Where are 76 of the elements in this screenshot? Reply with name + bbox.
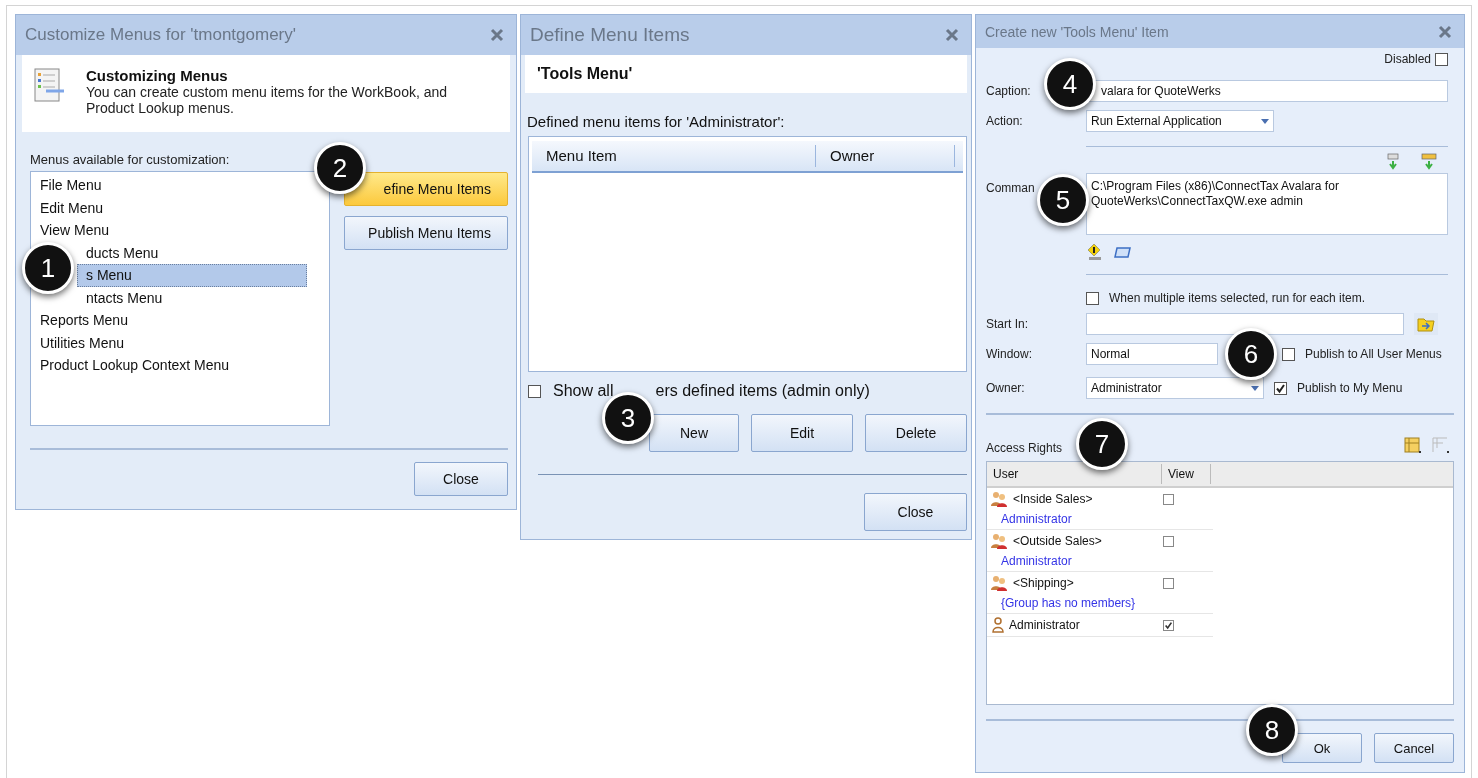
menu-list-item[interactable]: ntacts Menu [77, 286, 307, 309]
action-button[interactable]: Edit [751, 414, 853, 452]
owner-dropdown[interactable]: Administrator [1086, 377, 1264, 399]
menu-list-item[interactable]: View Menu [31, 219, 307, 242]
user-name: <Inside Sales> [1013, 492, 1093, 506]
menu-name-banner: 'Tools Menu' [525, 55, 967, 93]
view-checkbox[interactable] [1163, 619, 1174, 631]
cancel-button[interactable]: Cancel [1374, 733, 1454, 763]
section-label: Access Rights [986, 441, 1063, 455]
start-in-field[interactable] [1086, 313, 1404, 335]
column-header[interactable]: Menu Item [532, 145, 816, 167]
list-label: Defined menu items for 'Administrator': [526, 112, 786, 132]
action-dropdown[interactable]: Run External Application [1086, 110, 1274, 132]
user-name: Administrator [1009, 618, 1080, 632]
upload-icon[interactable] [1086, 243, 1104, 261]
menu-list-item[interactable]: s Menu [77, 264, 307, 287]
caret-icon [1251, 385, 1259, 391]
action-button[interactable]: Delete [865, 414, 967, 452]
field-label: Action: [986, 114, 1023, 128]
section-heading: Customizing Menus [86, 67, 229, 84]
close-icon[interactable] [490, 28, 504, 42]
group-members-text: {Group has no members} [1000, 595, 1137, 610]
menu-list-item[interactable]: Product Lookup Context Menu [31, 354, 307, 377]
close-icon[interactable] [1438, 24, 1452, 39]
caret-icon [1261, 118, 1269, 124]
menu-document-icon [34, 67, 66, 105]
action-button[interactable]: New [649, 414, 739, 452]
window-dropdown[interactable]: Normal [1086, 343, 1218, 365]
checkbox-label: ers defined items (admin only) [655, 382, 870, 400]
window-title: Customize Menus for 'tmontgomery' [25, 25, 297, 45]
window-title: Define Menu Items [530, 24, 690, 46]
grid-uncheck-icon[interactable] [1432, 437, 1450, 455]
menu-action-button[interactable]: Publish Menu Items [344, 216, 508, 250]
menu-list-item[interactable]: Utilities Menu [31, 331, 307, 354]
user-name: <Shipping> [1013, 576, 1074, 590]
grid-check-icon[interactable] [1404, 437, 1422, 455]
user-group-icon [991, 491, 1009, 507]
folder-icon[interactable] [1414, 313, 1438, 335]
checkbox-label: When multiple items selected, run for each item. [1109, 291, 1366, 305]
user-icon [991, 617, 1005, 633]
view-checkbox[interactable] [1163, 493, 1174, 505]
insert-field-icon[interactable] [1420, 153, 1438, 171]
menu-list-item[interactable]: ducts Menu [77, 241, 307, 264]
list-label: Menus available for customization: [30, 152, 231, 167]
menu-list-item[interactable]: Reports Menu [31, 309, 307, 332]
field-label: Caption: [986, 84, 1031, 98]
publish-all-checkbox[interactable] [1282, 347, 1295, 361]
field-label: Start In: [986, 317, 1030, 331]
insert-file-icon[interactable] [1384, 153, 1402, 171]
field-label: Owner: [986, 381, 1026, 395]
user-group-icon [991, 533, 1009, 549]
group-members-text: Administrator [1000, 511, 1073, 526]
close-icon[interactable] [945, 28, 959, 42]
user-group-icon [991, 575, 1009, 591]
user-name: <Outside Sales> [1013, 534, 1102, 548]
ok-button[interactable]: Ok [1282, 733, 1362, 763]
field-label: Window: [986, 347, 1033, 361]
show-all-checkbox[interactable] [528, 384, 541, 398]
window-title: Create new 'Tools Menu' Item [985, 23, 1169, 40]
publish-mine-checkbox[interactable] [1274, 381, 1287, 395]
menu-list-item[interactable]: Edit Menu [31, 196, 307, 219]
run-each-checkbox[interactable] [1086, 291, 1099, 305]
checkbox-label: Publish to All User Menus [1305, 347, 1442, 361]
field-label: Comman [986, 180, 1036, 195]
command-field[interactable]: C:\Program Files (x86)\ConnectTax Avalara for QuoteWerks\ConnectTaxQW.exe admin [1086, 173, 1448, 235]
column-header[interactable]: Owner [816, 145, 955, 167]
checkbox-label: Publish to My Menu [1297, 381, 1403, 395]
close-button[interactable]: Close [864, 493, 967, 531]
column-header[interactable]: View [1162, 464, 1211, 484]
close-button[interactable]: Close [414, 462, 508, 496]
description-text: You can create custom menu items for the WorkBook, and Product Lookup menus. [86, 84, 449, 116]
view-checkbox[interactable] [1163, 535, 1174, 547]
checkbox-label: Disabled [1384, 52, 1431, 66]
view-checkbox[interactable] [1163, 577, 1174, 589]
menu-list-item[interactable]: File Menu [31, 174, 307, 197]
group-members-text: Administrator [1000, 553, 1073, 568]
